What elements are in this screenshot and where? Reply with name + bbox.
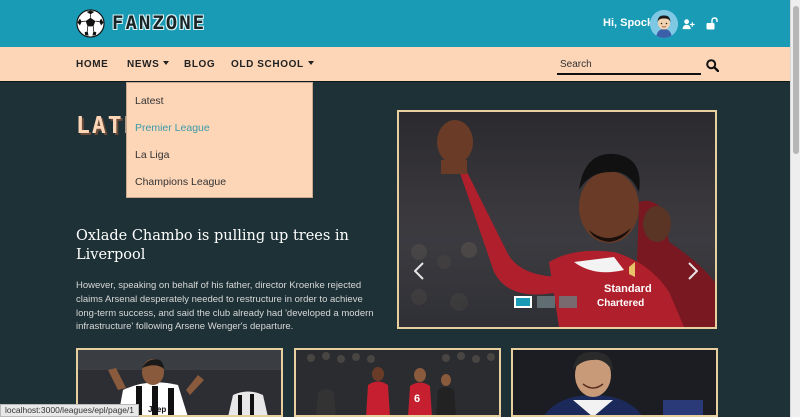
carousel-indicator-3[interactable] — [559, 296, 577, 308]
nav-item-news[interactable]: NEWS — [127, 59, 170, 70]
caret-down-icon — [307, 61, 314, 65]
dropdown-item-champions-league[interactable]: Champions League — [135, 176, 226, 188]
nav-item-label: HOME — [76, 59, 109, 70]
user-plus-icon[interactable] — [682, 18, 695, 30]
news-dropdown-menu: Latest Premier League La Liga Champions … — [126, 82, 313, 198]
news-card-thumbnail[interactable] — [511, 348, 718, 417]
nav-item-label: NEWS — [127, 59, 160, 70]
dropdown-item-premier-league[interactable]: Premier League — [135, 122, 210, 134]
hero-carousel[interactable]: Standard Chartered — [397, 110, 717, 329]
avatar[interactable] — [650, 10, 678, 38]
nav-item-blog[interactable]: BLOG — [184, 59, 215, 70]
svg-text:Jeep: Jeep — [148, 405, 166, 414]
nav-item-old-school[interactable]: OLD SCHOOL — [231, 59, 314, 70]
carousel-prev-button[interactable] — [414, 262, 424, 280]
caret-down-icon — [163, 61, 170, 65]
svg-text:Chartered: Chartered — [597, 298, 644, 309]
user-greeting: Hi, Spock! — [603, 17, 657, 29]
nav-item-label: OLD SCHOOL — [231, 59, 304, 70]
dropdown-item-la-liga[interactable]: La Liga — [135, 149, 169, 161]
carousel-indicator-1[interactable] — [514, 296, 532, 308]
carousel-indicator-2[interactable] — [537, 296, 555, 308]
carousel-next-button[interactable] — [688, 262, 698, 280]
page-scrollbar[interactable] — [790, 0, 800, 417]
carousel-slide-image: Standard Chartered — [399, 112, 715, 327]
nav-item-home[interactable]: HOME — [76, 59, 108, 70]
news-card-thumbnail[interactable]: 6 — [294, 348, 501, 417]
browser-status-url: localhost:3000/leagues/epl/page/1 — [0, 404, 140, 417]
article-title[interactable]: Oxlade Chambo is pulling up trees in Liv… — [76, 227, 376, 265]
brand-logo-text[interactable]: FANZONE — [112, 12, 206, 34]
soccer-ball-icon[interactable] — [76, 9, 105, 38]
search-input[interactable] — [557, 55, 701, 75]
nav-item-label: BLOG — [184, 59, 216, 70]
svg-text:6: 6 — [414, 393, 420, 405]
scrollbar-thumb[interactable] — [793, 6, 799, 154]
search-icon[interactable] — [706, 59, 719, 72]
article-body: However, speaking on behalf of his fathe… — [76, 280, 374, 333]
svg-text:Standard: Standard — [604, 283, 652, 295]
dropdown-item-latest[interactable]: Latest — [135, 95, 164, 107]
unlock-icon[interactable] — [706, 17, 718, 30]
